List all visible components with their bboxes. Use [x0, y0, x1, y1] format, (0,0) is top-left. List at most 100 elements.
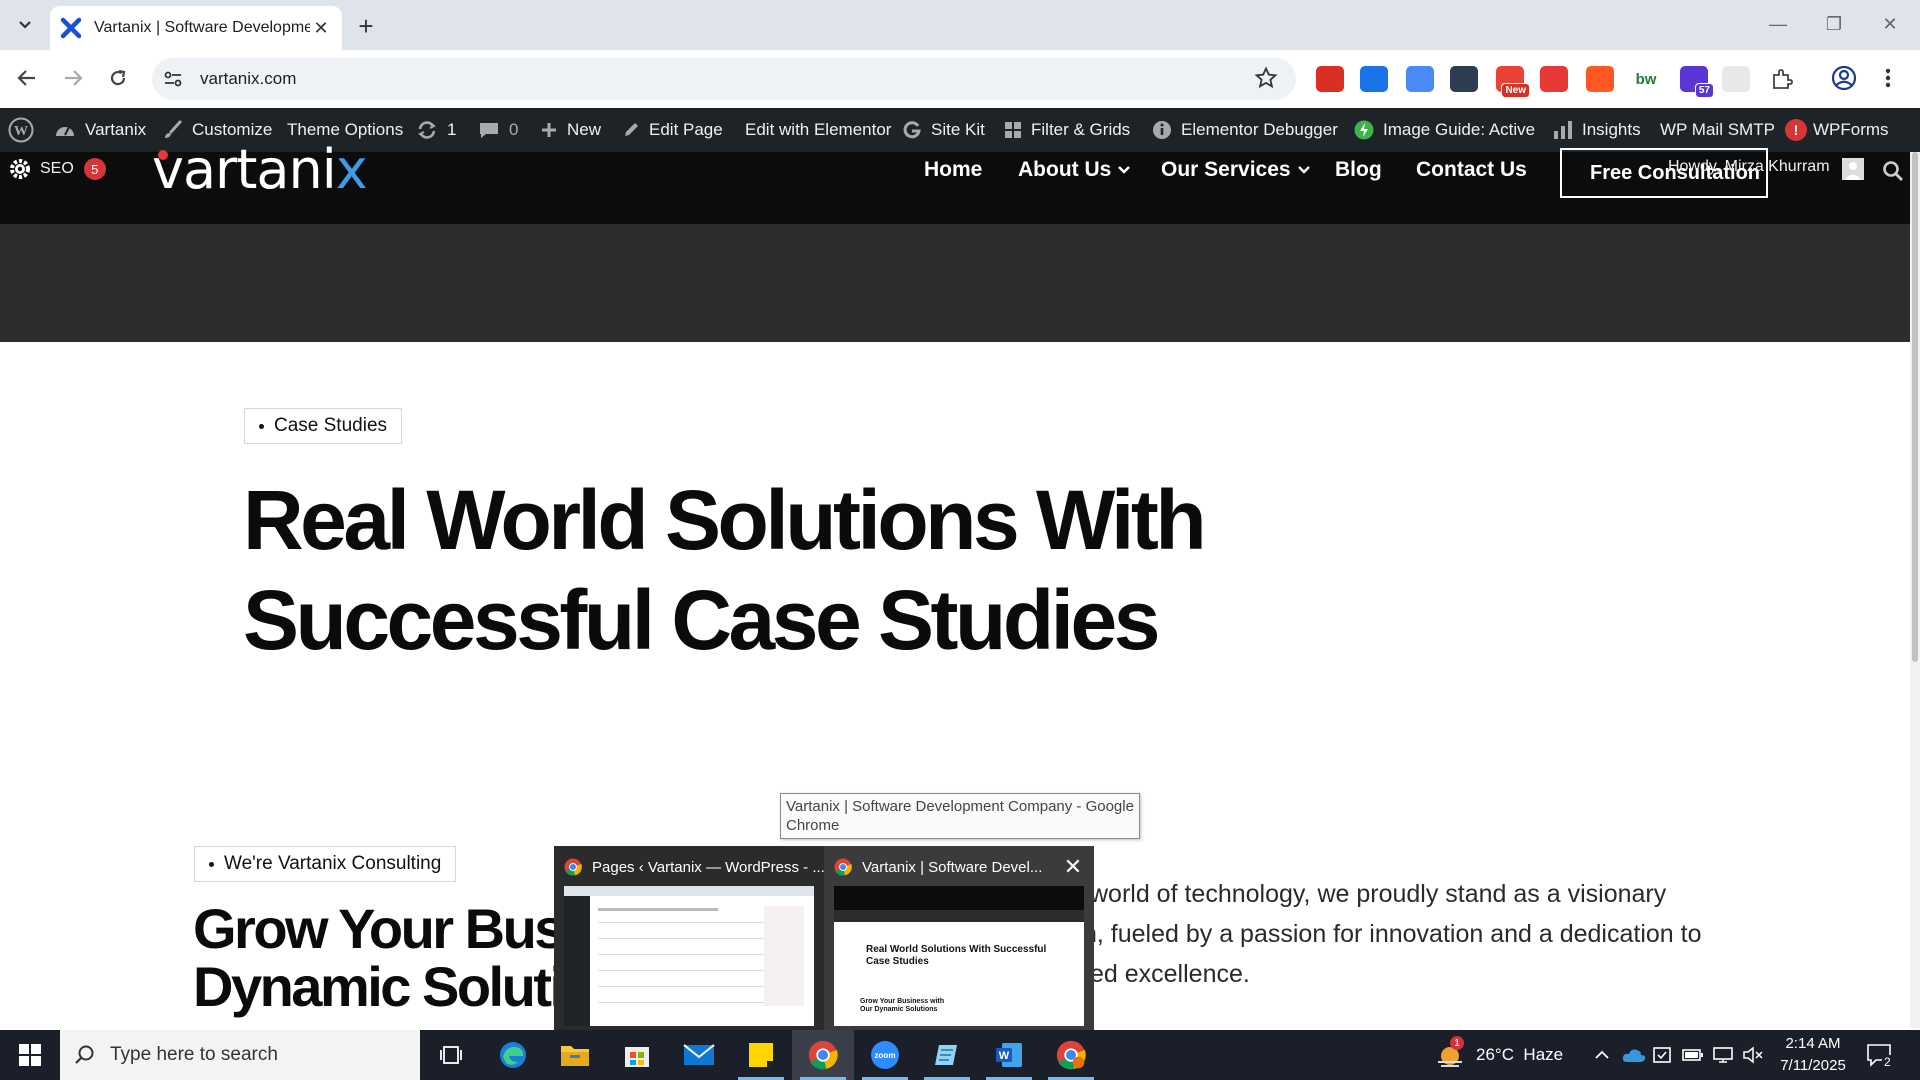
nav-home[interactable]: Home: [924, 152, 982, 188]
bw-extension-icon[interactable]: bw: [1632, 66, 1660, 92]
edge-icon: [500, 1042, 526, 1068]
taskbar-store[interactable]: [606, 1030, 668, 1080]
restore-button[interactable]: ❐: [1806, 0, 1862, 48]
weather-widget[interactable]: 1 26°C Haze: [1436, 1030, 1563, 1080]
taskbar-notepad[interactable]: [916, 1030, 978, 1080]
dashboard-icon: [54, 121, 76, 139]
volume-muted-icon[interactable]: [1742, 1030, 1764, 1080]
weather-icon: 1: [1436, 1036, 1464, 1068]
reload-button[interactable]: [102, 62, 134, 94]
taskbar-mail[interactable]: [668, 1030, 730, 1080]
vartanix-consulting-tag: We're Vartanix Consulting: [194, 846, 457, 882]
puzzle-icon[interactable]: [1768, 66, 1796, 92]
tab-search-button[interactable]: [10, 11, 40, 39]
blank-extension-icon[interactable]: [1722, 66, 1750, 92]
adminbar-wp-mail-smtp[interactable]: WP Mail SMTP !: [1660, 108, 1807, 152]
show-hidden-icons-button[interactable]: [1594, 1030, 1610, 1080]
nav-our-services[interactable]: Our Services: [1161, 152, 1311, 188]
new-tab-button[interactable]: +: [352, 12, 380, 40]
adminbar-filter-grids[interactable]: Filter & Grids: [1004, 108, 1130, 152]
notification-center-button[interactable]: 2: [1866, 1030, 1893, 1080]
taskbar-zoom[interactable]: zoom: [854, 1030, 916, 1080]
chevron-down-icon: [19, 21, 31, 29]
pokeball-extension-icon[interactable]: [1540, 66, 1568, 92]
adminbar-site-kit[interactable]: Site Kit: [902, 108, 985, 152]
chrome-icon: [834, 858, 852, 876]
task-view-icon: [440, 1046, 462, 1064]
avatar[interactable]: [1842, 158, 1864, 180]
y-extension-icon[interactable]: [1586, 66, 1614, 92]
adminbar-edit-page[interactable]: Edit Page: [622, 108, 723, 152]
adminbar-updates[interactable]: 1: [416, 108, 456, 152]
refresh-icon: [416, 120, 438, 140]
adminbar-insights[interactable]: Insights: [1553, 108, 1641, 152]
arrow-left-icon: [17, 70, 35, 86]
taskbar-sticky-notes[interactable]: [730, 1030, 792, 1080]
adminbar-elementor-debugger[interactable]: Elementor Debugger: [1152, 108, 1338, 152]
nav-about-us[interactable]: About Us: [1018, 152, 1131, 188]
wordpress-logo-icon[interactable]: W: [8, 108, 34, 152]
pdf-extension-icon[interactable]: [1316, 66, 1344, 92]
adminbar-howdy[interactable]: Howdy, Mirza Khurram: [1668, 158, 1830, 176]
adminbar-site-name[interactable]: Vartanix: [54, 108, 146, 152]
thumbnail-vartanix[interactable]: Vartanix | Software Devel... Real World …: [824, 846, 1094, 1030]
thumbnail-wordpress-pages[interactable]: Pages ‹ Vartanix — WordPress - ...: [554, 846, 825, 1030]
pencil-icon: [622, 121, 640, 139]
adminbar-new[interactable]: New: [540, 108, 601, 152]
chevron-down-icon: [1118, 166, 1131, 174]
plus-icon: [540, 121, 558, 139]
adminbar-wpforms[interactable]: WPForms: [1813, 108, 1889, 152]
nav-blog[interactable]: Blog: [1335, 152, 1382, 188]
logo-dot-accent: [158, 150, 168, 160]
chrome-icon: [808, 1040, 838, 1070]
taskbar-chrome[interactable]: [792, 1030, 854, 1080]
thumbnail-close-button[interactable]: ✕: [1060, 854, 1086, 880]
back-button[interactable]: [11, 62, 43, 94]
minimize-button[interactable]: —: [1750, 0, 1806, 48]
chevron-up-icon: [1595, 1050, 1609, 1059]
arrow-right-icon: [65, 70, 83, 86]
taskbar-file-explorer[interactable]: [544, 1030, 606, 1080]
store-icon: [625, 1047, 649, 1067]
close-window-button[interactable]: ✕: [1862, 0, 1918, 48]
taskbar-chrome-profile[interactable]: [1040, 1030, 1102, 1080]
taskbar-search-input[interactable]: Type here to search: [60, 1030, 420, 1080]
tab-close-button[interactable]: ✕: [310, 17, 332, 39]
adminbar-image-guide[interactable]: Image Guide: Active: [1354, 108, 1535, 152]
paragraph-line-2: n, fueled by a passion for innovation an…: [1083, 920, 1702, 948]
vartanix-favicon-icon: [60, 17, 82, 39]
grid-icon: [1004, 121, 1022, 139]
docs-extension-icon[interactable]: [1406, 66, 1434, 92]
adminbar-comments[interactable]: 0: [478, 108, 518, 152]
start-button[interactable]: [0, 1030, 60, 1080]
security-icon[interactable]: [1652, 1030, 1674, 1080]
taskbar-clock[interactable]: 2:14 AM 7/11/2025: [1768, 1033, 1858, 1077]
google-g-icon: [902, 120, 922, 140]
search-icon[interactable]: [1882, 160, 1904, 182]
folder-extension-icon[interactable]: [1450, 66, 1478, 92]
browser-menu-icon[interactable]: [1882, 64, 1894, 92]
forward-button[interactable]: [57, 62, 89, 94]
bookmark-star-icon[interactable]: [1254, 66, 1278, 90]
thumbnail-preview: Real World Solutions With Successful Cas…: [834, 886, 1084, 1026]
hat-extension-icon[interactable]: 57: [1680, 66, 1714, 98]
address-bar[interactable]: vartanix.com: [152, 58, 1296, 100]
extension-badge: 57: [1694, 83, 1714, 98]
chrome-icon: [1056, 1040, 1086, 1070]
site-logo[interactable]: vartanix: [152, 134, 368, 206]
shield-extension-icon[interactable]: [1360, 66, 1388, 92]
battery-icon[interactable]: [1682, 1030, 1704, 1080]
taskbar-word[interactable]: W: [978, 1030, 1040, 1080]
adminbar-seo[interactable]: SEO 5: [8, 152, 106, 186]
taskbar-edge[interactable]: [482, 1030, 544, 1080]
network-icon[interactable]: [1712, 1030, 1734, 1080]
section-paragraph: world of technology, we proudly stand as…: [1020, 874, 1720, 994]
onedrive-icon[interactable]: [1622, 1030, 1646, 1080]
profile-icon[interactable]: [1830, 64, 1858, 92]
adminbar-edit-elementor[interactable]: Edit with Elementor: [745, 108, 891, 152]
task-view-button[interactable]: [420, 1030, 482, 1080]
new-extension-icon[interactable]: New: [1496, 66, 1530, 98]
browser-tab[interactable]: Vartanix | Software Developmer ✕: [50, 6, 342, 50]
nav-contact-us[interactable]: Contact Us: [1416, 152, 1527, 188]
scrollbar-thumb[interactable]: [1912, 152, 1918, 662]
